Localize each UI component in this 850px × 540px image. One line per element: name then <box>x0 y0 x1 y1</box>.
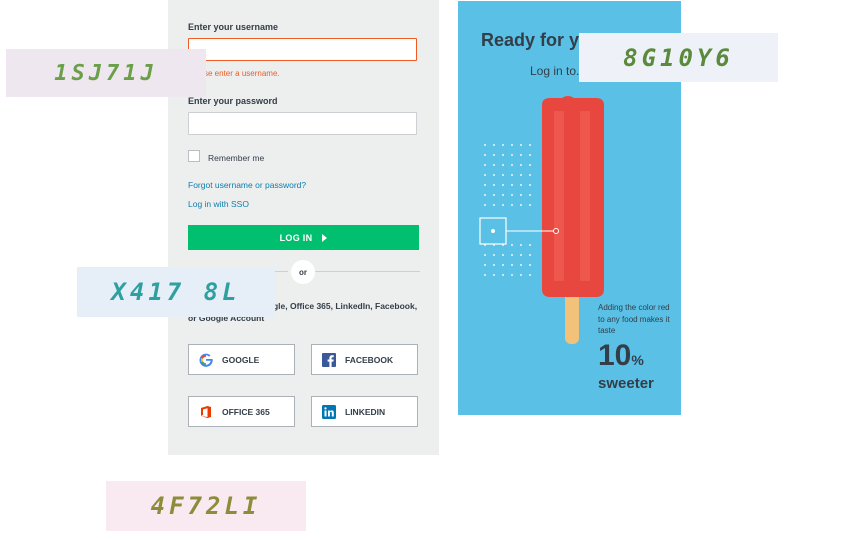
linkedin-button[interactable]: LINKEDIN <box>311 396 418 427</box>
google-icon <box>199 353 213 367</box>
captcha-image-3: X417 8L <box>77 267 275 317</box>
password-label: Enter your password <box>188 96 278 106</box>
google-button[interactable]: GOOGLE <box>188 344 295 375</box>
promo-big-number: 10% <box>598 339 644 373</box>
captcha-text-2: 8G10Y6 <box>623 43 734 72</box>
linkedin-label: LINKEDIN <box>345 406 386 417</box>
captcha-text-4: 4F72LI <box>150 492 262 520</box>
promo-big-word: sweeter <box>598 375 654 392</box>
office365-label: OFFICE 365 <box>222 406 270 417</box>
login-button-label: LOG IN <box>279 232 313 243</box>
username-input[interactable] <box>188 38 417 61</box>
remember-checkbox[interactable] <box>188 150 200 162</box>
remember-label: Remember me <box>208 153 265 163</box>
captcha-text-1: 1SJ71J <box>54 60 158 86</box>
office365-icon <box>199 405 213 419</box>
linkedin-icon <box>322 404 336 419</box>
google-label: GOOGLE <box>222 354 260 365</box>
sso-link[interactable]: Log in with SSO <box>188 199 249 209</box>
captcha-image-4: 4F72LI <box>106 481 306 531</box>
captcha-image-2: 8G10Y6 <box>579 33 778 82</box>
promo-number: 10 <box>598 339 632 372</box>
or-label: or <box>291 260 315 284</box>
forgot-link[interactable]: Forgot username or password? <box>188 180 306 190</box>
facebook-button[interactable]: FACEBOOK <box>311 344 418 375</box>
promo-percent: % <box>631 352 644 368</box>
facebook-icon <box>322 352 336 367</box>
login-panel: Enter your username Please enter a usern… <box>168 0 439 455</box>
office365-button[interactable]: OFFICE 365 <box>188 396 295 427</box>
captcha-image-1: 1SJ71J <box>6 49 206 97</box>
promo-fact: Adding the color red to any food makes i… <box>598 303 670 335</box>
captcha-text-3: X417 8L <box>111 278 241 306</box>
password-input[interactable] <box>188 112 417 135</box>
divider-right <box>303 271 420 272</box>
login-button[interactable]: LOG IN <box>188 225 419 250</box>
facebook-label: FACEBOOK <box>345 354 394 365</box>
username-label: Enter your username <box>188 22 279 32</box>
arrow-right-icon <box>322 233 328 242</box>
